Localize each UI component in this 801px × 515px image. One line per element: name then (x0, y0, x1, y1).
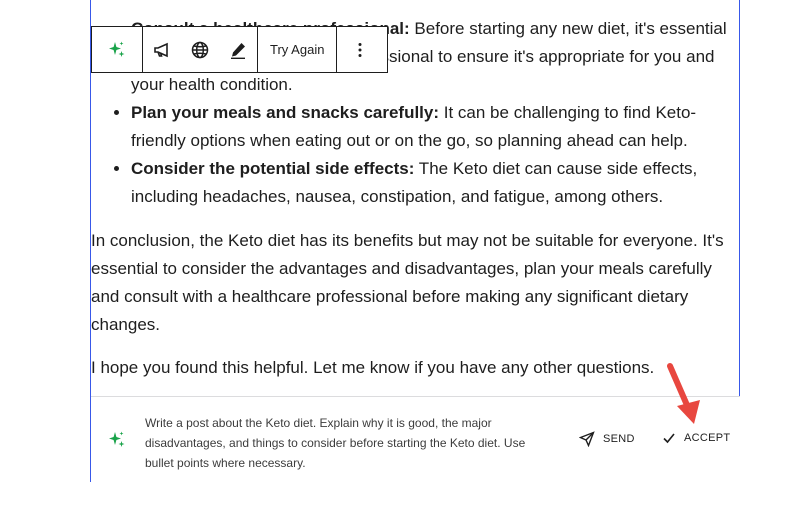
list-item: Consider the potential side effects: The… (131, 155, 741, 211)
globe-icon[interactable] (181, 27, 219, 72)
accept-button[interactable]: ACCEPT (662, 431, 730, 445)
paragraph-closing: I hope you found this helpful. Let me kn… (91, 358, 655, 377)
annotation-arrow-icon (667, 363, 700, 424)
pencil-icon[interactable] (219, 27, 257, 72)
paragraph-conclusion: In conclusion, the Keto diet has its ben… (91, 231, 724, 334)
send-label: SEND (603, 433, 635, 445)
list-item: Plan your meals and snacks carefully: It… (131, 99, 741, 155)
ai-prompt-bar: Write a post about the Keto diet. Explai… (91, 396, 740, 482)
toolbar-group-try: Try Again (258, 27, 338, 72)
checkmark-icon (663, 433, 675, 444)
megaphone-icon[interactable] (143, 27, 181, 72)
list-item-bold: Consider the potential side effects: (131, 159, 415, 178)
try-again-button[interactable]: Try Again (258, 27, 336, 72)
send-button[interactable]: SEND (579, 431, 635, 447)
block-toolbar: Try Again (91, 26, 388, 73)
accept-label: ACCEPT (684, 432, 731, 444)
toolbar-group-more (337, 27, 383, 72)
sparkles-icon[interactable] (92, 27, 142, 72)
more-vertical-icon[interactable] (337, 27, 383, 72)
sparkles-icon (107, 430, 127, 450)
send-icon (579, 431, 595, 447)
toolbar-group-ai (92, 27, 143, 72)
toolbar-group-tools (143, 27, 258, 72)
prompt-text[interactable]: Write a post about the Keto diet. Explai… (145, 413, 555, 473)
list-item-bold: Plan your meals and snacks carefully: (131, 103, 440, 122)
